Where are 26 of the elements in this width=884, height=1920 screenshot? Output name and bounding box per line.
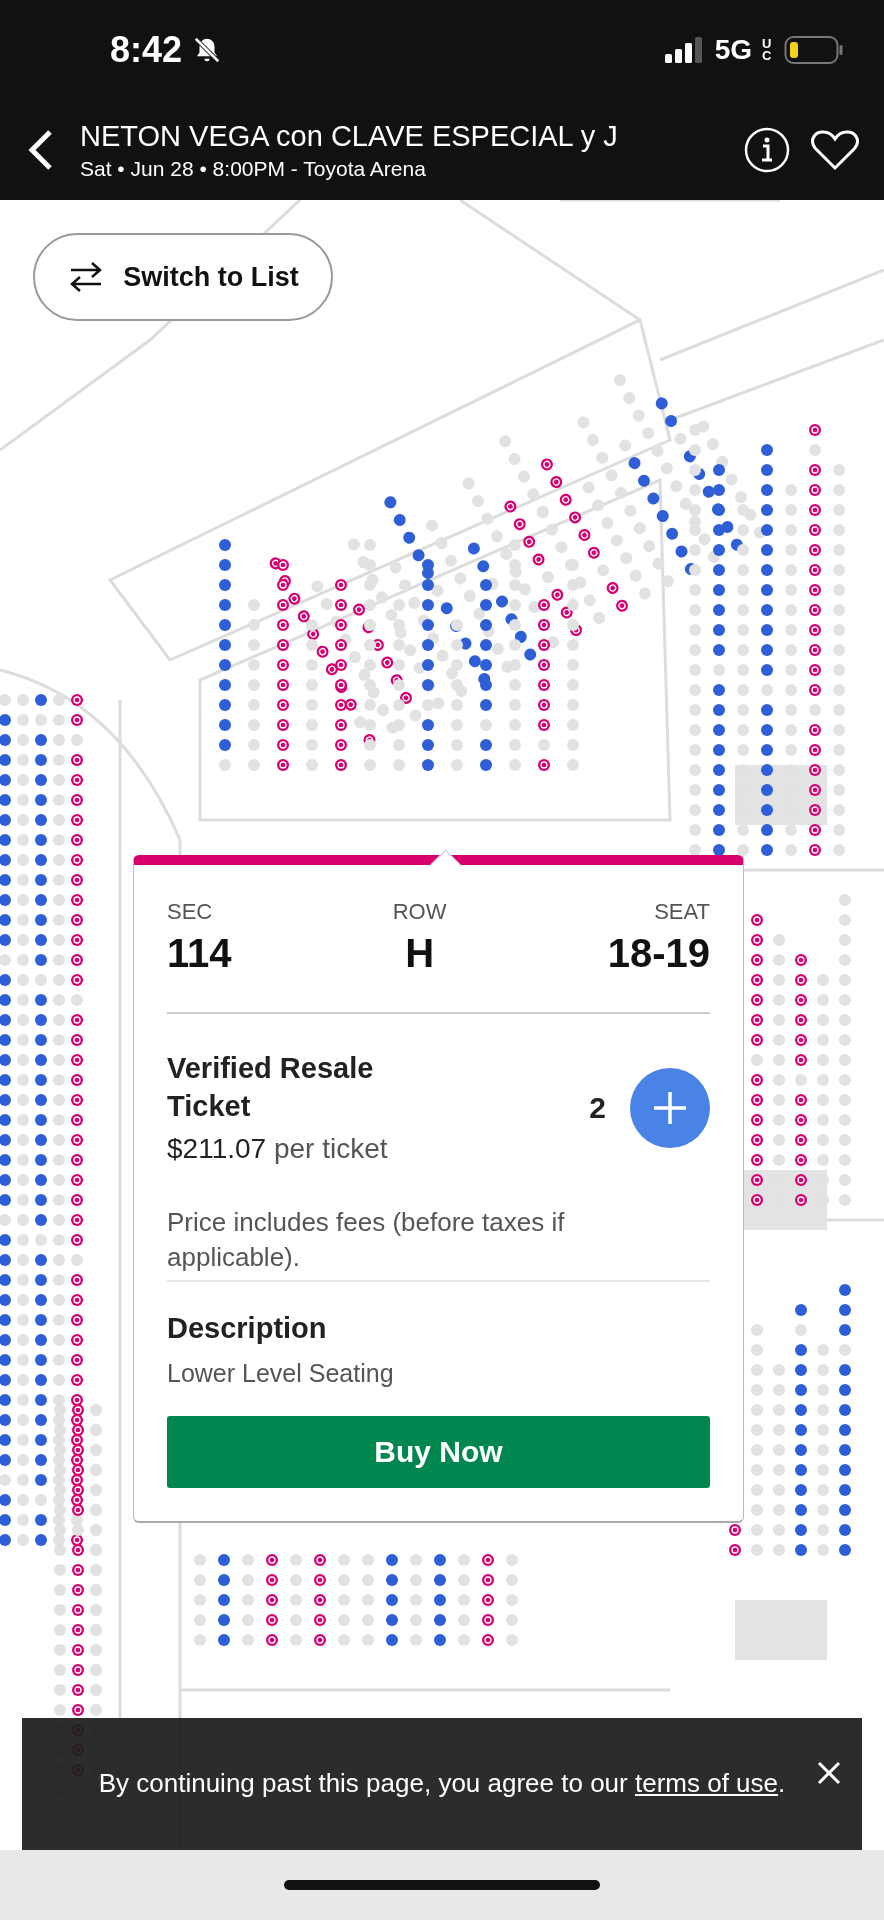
ticket-price: $211.07 per ticket — [167, 1133, 389, 1166]
heart-button[interactable] — [810, 128, 860, 172]
field-value: H — [405, 931, 435, 976]
field-value: 18-19 — [607, 931, 710, 976]
field-value: 114 — [167, 931, 232, 976]
info-button[interactable] — [744, 127, 790, 173]
buy-now-button[interactable]: Buy Now — [167, 1415, 710, 1488]
event-title: NETON VEGA con CLAVE ESPECIAL y J — [80, 119, 619, 153]
description-heading: Description — [167, 1311, 328, 1345]
terms-link[interactable]: terms of use — [634, 1768, 779, 1799]
field-label: SEC — [167, 899, 213, 925]
terms-text: By continuing past this page, you agree to our terms of use. — [98, 1767, 786, 1801]
field-label: ROW — [392, 899, 447, 925]
event-subtitle: Sat • Jun 28 • 8:00PM - Toyota Arena — [80, 156, 427, 181]
network-type-label: UC — [762, 38, 773, 62]
status-time: 8:42 — [110, 29, 183, 71]
description-text: Lower Level Seating — [167, 1358, 395, 1388]
signal-icon — [664, 37, 705, 63]
ticket-type: Verified Resale Ticket — [167, 1051, 375, 1124]
switch-to-list-button[interactable]: Switch to List — [33, 233, 333, 321]
ticket-quantity: 2 — [589, 1090, 606, 1125]
network-label: 5G — [714, 34, 752, 66]
battery-icon — [784, 35, 844, 65]
field-label: SEAT — [654, 899, 710, 925]
fee-note: Price includes fees (before taxes if applicable). — [167, 1205, 710, 1282]
close-button[interactable] — [816, 1760, 842, 1786]
